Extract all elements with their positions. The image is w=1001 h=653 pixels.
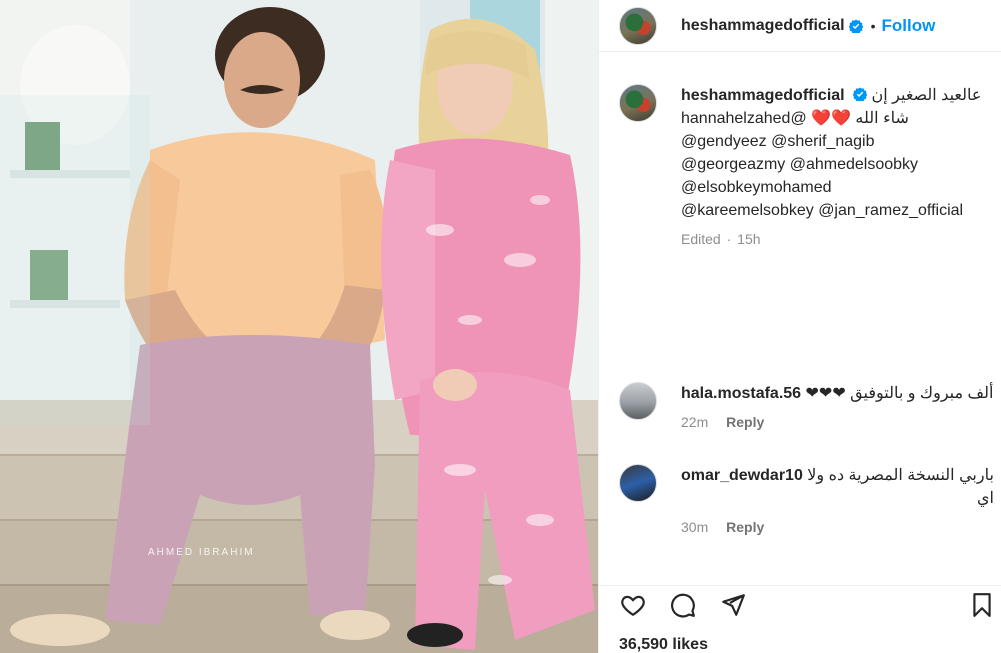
comment-item: omar_dewdar10 باربي النسخة المصرية ده ول… [599,464,1001,539]
comment-text: hala.mostafa.56 ألف مبروك و بالتوفيق ❤❤❤… [681,382,993,434]
verified-icon [848,18,863,33]
comment-time[interactable]: 30m [681,519,708,535]
comment-username[interactable]: hala.mostafa.56 [681,385,801,402]
bookmark-icon[interactable] [969,592,995,618]
reply-button[interactable]: Reply [726,414,764,430]
meta-separator: · [726,231,732,247]
edited-label: Edited [681,231,721,247]
post-photo[interactable]: AHMED IBRAHIM [0,0,598,653]
post-image [0,0,598,653]
caption-meta: Edited · 15h [681,228,981,251]
comment-body: ألف مبروك و بالتوفيق ❤❤❤ [805,385,994,402]
reply-button[interactable]: Reply [726,519,764,535]
caption-line-5[interactable]: @elsobkeymohamed [681,176,981,199]
commenter-avatar[interactable] [619,382,657,420]
caption-line-4[interactable]: @georgeazmy @ahmedelsoobky [681,153,981,176]
follow-button[interactable]: Follow [882,16,936,36]
photo-watermark: AHMED IBRAHIM [148,547,255,558]
comment-body: باربي النسخة المصرية ده ولا [807,467,994,484]
caption-username[interactable]: heshammagedofficial [681,87,845,104]
comment-time[interactable]: 22m [681,414,708,430]
author-avatar[interactable] [619,6,657,45]
comment-body-line-2: اي [976,490,994,507]
heart-icon[interactable] [619,592,647,618]
caption-line-1: عالعيد الصغير إن [871,87,982,104]
post-header: heshammagedofficial • Follow [599,0,1001,52]
author-username[interactable]: heshammagedofficial [681,17,845,35]
action-bar [599,585,1001,621]
likes-count[interactable]: 36,590 likes [619,636,708,653]
comment-meta: 30m Reply [681,516,994,539]
comment-username[interactable]: omar_dewdar10 [681,467,803,484]
post-side-panel: heshammagedofficial • Follow heshammaged… [598,0,1001,653]
caption-line-6[interactable]: @kareemelsobkey @jan_ramez_official [681,199,981,222]
comment-text: omar_dewdar10 باربي النسخة المصرية ده ول… [681,464,994,539]
caption-line-2: hannahelzahed@ ❤️❤️ شاء الله [681,110,909,127]
comment-item: hala.mostafa.56 ألف مبروك و بالتوفيق ❤❤❤… [599,382,1001,434]
verified-icon [853,87,868,101]
caption-line-3[interactable]: @gendyeez @sherif_nagib [681,130,981,153]
comment-meta: 22m Reply [681,411,993,434]
comment-icon[interactable] [669,592,697,618]
caption-text: heshammagedofficial عالعيد الصغير إن han… [681,84,981,251]
caption-avatar[interactable] [619,84,657,122]
commenter-avatar[interactable] [619,464,657,502]
caption-row: heshammagedofficial عالعيد الصغير إن han… [599,84,1001,251]
caption-time[interactable]: 15h [737,231,760,247]
header-separator: • [870,17,876,34]
share-icon[interactable] [719,592,747,618]
